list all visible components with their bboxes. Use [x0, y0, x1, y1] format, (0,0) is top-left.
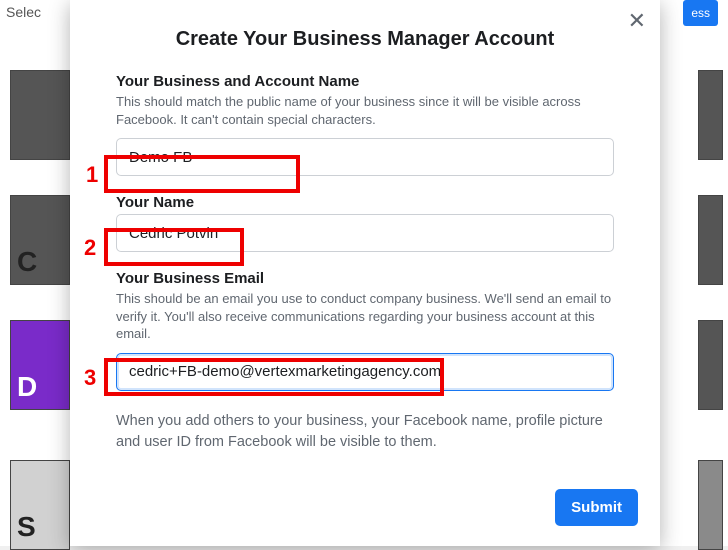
your-name-label: Your Name [116, 194, 614, 211]
business-name-input[interactable] [116, 138, 614, 176]
bg-tile [698, 320, 723, 410]
create-business-modal: ✕ Create Your Business Manager Account Y… [70, 0, 660, 546]
bg-tile [698, 70, 723, 160]
modal-content: Your Business and Account Name This shou… [70, 73, 660, 453]
submit-row: Submit [70, 489, 660, 526]
submit-button[interactable]: Submit [555, 489, 638, 526]
bg-tile: S [10, 460, 70, 550]
business-name-help: This should match the public name of you… [116, 93, 614, 128]
bg-button-fragment: ess [683, 0, 718, 26]
bg-tile [10, 70, 70, 160]
bg-tile: D [10, 320, 70, 410]
bg-tile [698, 195, 723, 285]
business-email-input[interactable] [116, 353, 614, 391]
bg-text: Selec [6, 4, 41, 20]
privacy-notice: When you add others to your business, yo… [116, 411, 614, 453]
bg-tile: C [10, 195, 70, 285]
business-name-label: Your Business and Account Name [116, 73, 614, 90]
business-email-label: Your Business Email [116, 270, 614, 287]
close-icon[interactable]: ✕ [628, 10, 646, 32]
bg-tile [698, 460, 723, 550]
modal-title: Create Your Business Manager Account [70, 28, 660, 51]
business-email-help: This should be an email you use to condu… [116, 290, 614, 343]
your-name-input[interactable] [116, 214, 614, 252]
